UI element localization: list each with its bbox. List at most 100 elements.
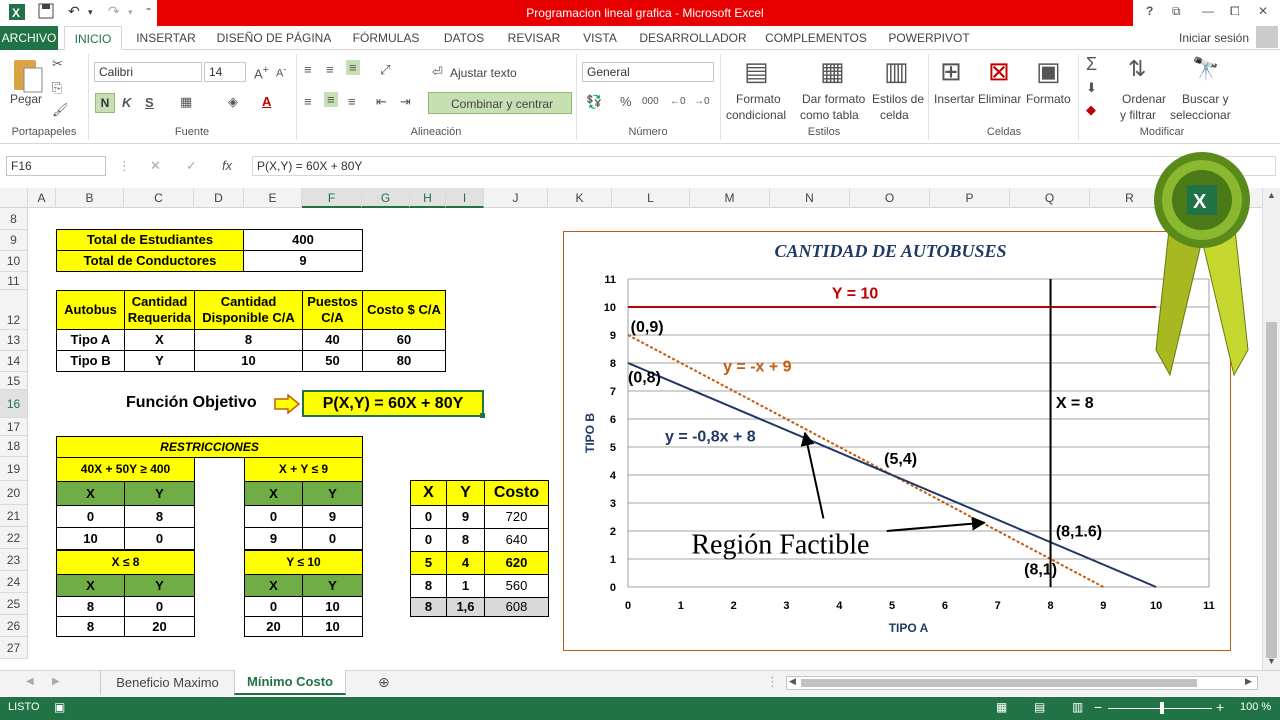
undo-icon[interactable]: ↶ [68, 3, 80, 20]
cost-cell[interactable]: 9 [446, 505, 485, 529]
cost-cell[interactable]: 8 [446, 528, 485, 552]
format-cells-icon[interactable]: ▣ [1036, 56, 1061, 87]
fill-handle[interactable] [480, 413, 485, 418]
avatar[interactable] [1256, 26, 1278, 48]
col-header[interactable]: O [850, 188, 930, 208]
table-cell[interactable]: 8 [194, 329, 303, 351]
underline-button[interactable]: S [145, 95, 154, 110]
paste-icon[interactable] [10, 56, 44, 96]
tab-insertar[interactable]: INSERTAR [130, 26, 202, 50]
cond-format-label-2[interactable]: condicional [726, 108, 786, 122]
restriction-cell[interactable]: 8 [56, 616, 125, 637]
delete-button[interactable]: Eliminar [978, 92, 1021, 106]
font-color-icon[interactable]: A [262, 94, 271, 109]
col-header[interactable]: K [548, 188, 612, 208]
prev-sheet-icon[interactable]: ◀ [26, 676, 34, 687]
cost-header[interactable]: X [410, 480, 447, 506]
decrease-indent-icon[interactable]: ⇤ [376, 94, 387, 110]
restriction-cell[interactable]: 8 [124, 505, 195, 528]
row-header[interactable]: 23 [0, 549, 28, 571]
objective-label[interactable]: Función Objetivo [126, 394, 257, 412]
chevron-down-icon[interactable]: ▾ [128, 7, 133, 18]
row-header[interactable]: 16 [0, 390, 28, 418]
restriction-col[interactable]: Y [302, 481, 363, 506]
save-icon[interactable] [38, 3, 54, 22]
restriction-cell[interactable]: 9 [302, 505, 363, 528]
table-cell[interactable]: 40 [302, 329, 363, 351]
ribbon-display-icon[interactable]: ⧉ [1172, 4, 1181, 19]
insert-function-icon[interactable]: fx [222, 158, 232, 173]
wrap-text-icon[interactable]: ⏎ [432, 64, 443, 80]
increase-indent-icon[interactable]: ⇥ [400, 94, 411, 110]
chart-area[interactable]: CANTIDAD DE AUTOBUSES 0 1 2 3 4 5 6 7 8 9 10 11 0 1 2 3 4… [563, 231, 1231, 651]
restriction-title[interactable]: Y ≤ 10 [244, 550, 363, 575]
cost-cell[interactable]: 608 [484, 597, 549, 617]
borders-icon[interactable]: ▦ [180, 94, 192, 110]
scroll-right-icon[interactable]: ▶ [1245, 676, 1252, 687]
close-icon[interactable]: ✕ [1258, 4, 1268, 18]
restrictions-header[interactable]: RESTRICCIONES [56, 436, 363, 458]
tab-revisar[interactable]: REVISAR [502, 26, 566, 50]
align-center-icon[interactable]: ≡ [324, 92, 338, 107]
table-format-label-1[interactable]: Dar formato [802, 92, 865, 106]
scroll-thumb[interactable] [801, 679, 1197, 687]
cost-cell[interactable]: 560 [484, 574, 549, 598]
signin-link[interactable]: Iniciar sesión [1174, 26, 1254, 50]
objective-cell[interactable]: P(X,Y) = 60X + 80Y [302, 390, 484, 417]
increase-decimal-icon[interactable]: ←0 [670, 96, 686, 107]
col-header[interactable]: J [484, 188, 548, 208]
normal-view-icon[interactable]: ▦ [996, 700, 1007, 714]
row-header[interactable]: 8 [0, 208, 28, 230]
cost-cell[interactable]: 0 [410, 505, 447, 529]
row-header[interactable]: 17 [0, 418, 28, 436]
cost-cell[interactable]: 640 [484, 528, 549, 552]
page-layout-icon[interactable]: ▤ [1034, 700, 1045, 714]
restriction-col[interactable]: X [56, 481, 125, 506]
col-header[interactable]: F [302, 188, 362, 208]
restriction-cell[interactable]: 0 [124, 596, 195, 617]
sheet-tab-minimo[interactable]: Mínimo Costo [234, 670, 346, 695]
col-header[interactable]: C [124, 188, 194, 208]
cell-value[interactable]: 9 [243, 250, 363, 272]
cost-cell-optimal[interactable]: 4 [446, 551, 485, 575]
cost-header[interactable]: Costo [484, 480, 549, 506]
sort-filter-icon[interactable]: ⇅ [1128, 56, 1146, 82]
find-label-2[interactable]: seleccionar [1170, 108, 1231, 122]
table-cell[interactable]: 10 [194, 350, 303, 372]
col-header[interactable]: H [410, 188, 446, 208]
restriction-title[interactable]: X + Y ≤ 9 [244, 457, 363, 482]
cost-cell-optimal[interactable]: 620 [484, 551, 549, 575]
table-cell[interactable]: 50 [302, 350, 363, 372]
table-cell[interactable]: Tipo B [56, 350, 125, 372]
orientation-icon[interactable]: ⤢ [380, 62, 390, 78]
restriction-cell[interactable]: 20 [244, 616, 303, 637]
cell-value[interactable]: 400 [243, 229, 363, 251]
restriction-cell[interactable]: 0 [124, 527, 195, 550]
align-middle-icon[interactable]: ≡ [326, 62, 334, 77]
sheet-tab-beneficio[interactable]: Beneficio Maximo [100, 671, 234, 695]
row-header[interactable]: 12 [0, 290, 28, 330]
col-header[interactable]: G [362, 188, 410, 208]
row-header[interactable]: 18 [0, 436, 28, 457]
restriction-col[interactable]: Y [124, 574, 195, 597]
tab-inicio[interactable]: INICIO [64, 26, 122, 50]
restriction-col[interactable]: X [244, 574, 303, 597]
cost-cell[interactable]: 8 [410, 574, 447, 598]
fill-color-icon[interactable]: ◈ [228, 94, 238, 110]
zoom-out-icon[interactable]: − [1094, 699, 1102, 715]
tab-complementos[interactable]: COMPLEMENTOS [760, 26, 872, 50]
insert-cells-icon[interactable]: ⊞ [940, 56, 962, 87]
scroll-thumb[interactable] [1266, 322, 1277, 658]
col-header[interactable]: B [56, 188, 124, 208]
formula-input[interactable]: P(X,Y) = 60X + 80Y [252, 156, 1276, 176]
restriction-title[interactable]: 40X + 50Y ≥ 400 [56, 457, 195, 482]
row-header[interactable]: 15 [0, 372, 28, 390]
horizontal-scrollbar[interactable]: ◀ ▶ [786, 676, 1258, 690]
customize-toolbar-icon[interactable]: ⁼ [146, 6, 151, 17]
cost-cell[interactable]: 1 [446, 574, 485, 598]
decrease-decimal-icon[interactable]: →0 [694, 96, 710, 107]
sort-label-1[interactable]: Ordenar [1122, 92, 1166, 106]
col-header[interactable]: I [446, 188, 484, 208]
row-header[interactable]: 19 [0, 457, 28, 481]
restriction-cell[interactable]: 9 [244, 527, 303, 550]
